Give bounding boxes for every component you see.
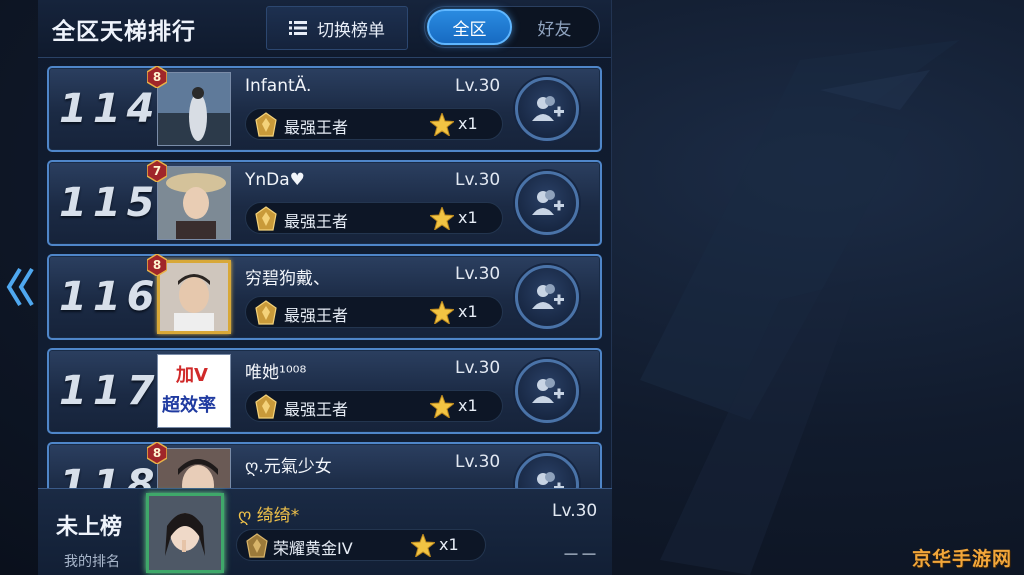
list-icon — [289, 21, 307, 35]
star-count: x1 — [458, 396, 478, 415]
leaderboard-row[interactable]: 115 7 YnDa♥ Lv.30 最强王者 x1 — [47, 160, 602, 246]
add-friend-icon — [532, 284, 564, 309]
leaderboard-row[interactable]: 118 8 ღ.元氣少女 Lv.30 — [47, 442, 602, 488]
background-decoration — [600, 0, 1024, 575]
level-badge: 8 — [147, 66, 167, 88]
king-tier-icon — [255, 300, 277, 325]
my-star-count: x1 — [439, 535, 459, 554]
player-name: InfantÄ. — [245, 76, 312, 96]
leaderboard-header: 全区天梯排行 切换榜单 全区 好友 — [38, 0, 611, 58]
star-count: x1 — [458, 302, 478, 321]
player-level: Lv.30 — [455, 452, 501, 472]
tab-friends[interactable]: 好友 — [512, 9, 597, 45]
my-rank-bar: 未上榜 我的排名 ღ 绮绮* Lv.30 荣耀黄金IV x1 －－ — [38, 488, 612, 575]
my-rank-value: －－ — [562, 545, 598, 566]
level-badge: 7 — [147, 160, 167, 182]
avatar-image — [160, 263, 228, 331]
king-tier-icon — [255, 112, 277, 137]
chevron-left-double-icon — [6, 267, 34, 307]
king-tier-icon — [255, 394, 277, 419]
level-badge: 8 — [147, 254, 167, 276]
add-friend-icon — [532, 190, 564, 215]
rank-number: 115 — [59, 180, 161, 226]
avatar[interactable] — [157, 448, 231, 488]
star-icon — [430, 113, 454, 136]
avatar[interactable] — [157, 260, 231, 334]
star-icon — [430, 207, 454, 230]
my-player-level: Lv.30 — [552, 501, 598, 521]
avatar[interactable]: 加V 超效率 — [157, 354, 231, 428]
star-count: x1 — [458, 114, 478, 133]
tier-bar: 最强王者 x1 — [245, 296, 503, 328]
scope-toggle: 全区 好友 — [424, 6, 600, 48]
player-name: 唯她¹⁰⁰⁸ — [245, 363, 307, 383]
tier-bar: 最强王者 x1 — [245, 202, 503, 234]
add-friend-button[interactable] — [515, 265, 579, 329]
player-level: Lv.30 — [455, 264, 501, 284]
leaderboard-row[interactable]: 114 8 InfantÄ. Lv.30 最强王者 x1 — [47, 66, 602, 152]
rank-number: 116 — [59, 274, 161, 320]
tier-name: 最强王者 — [284, 306, 349, 325]
rank-number: 118 — [59, 462, 161, 488]
my-tier-name: 荣耀黄金IV — [273, 539, 353, 558]
my-player-name: ღ 绮绮* — [238, 506, 300, 526]
avatar-image — [158, 73, 230, 145]
my-avatar[interactable] — [146, 493, 224, 573]
player-name: 穷碧狗戴、 — [245, 269, 330, 289]
gold-tier-icon — [246, 533, 268, 558]
star-icon — [430, 395, 454, 418]
back-button[interactable] — [4, 262, 36, 312]
avatar[interactable] — [157, 166, 231, 240]
tier-name: 最强王者 — [284, 212, 349, 231]
level-badge: 8 — [147, 442, 167, 464]
player-level: Lv.30 — [455, 358, 501, 378]
star-count: x1 — [458, 208, 478, 227]
player-level: Lv.30 — [455, 170, 501, 190]
tier-name: 最强王者 — [284, 118, 349, 137]
add-friend-icon — [532, 378, 564, 403]
add-friend-icon — [537, 472, 564, 488]
add-friend-icon — [532, 96, 564, 121]
add-friend-button[interactable] — [515, 77, 579, 141]
my-tier-bar: 荣耀黄金IV x1 — [236, 529, 486, 561]
add-friend-button[interactable] — [515, 453, 579, 488]
switch-board-label: 切换榜单 — [317, 20, 385, 41]
avatar-text-bottom: 超效率 — [162, 395, 216, 416]
add-friend-button[interactable] — [515, 359, 579, 423]
avatar-text-top: 加V — [176, 365, 208, 386]
rank-number: 117 — [59, 368, 161, 414]
my-rank-label: 我的排名 — [64, 554, 120, 570]
watermark: 京华手游网 — [912, 548, 1013, 570]
tier-bar: 最强王者 x1 — [245, 390, 503, 422]
king-tier-icon — [255, 206, 277, 231]
avatar-image — [158, 449, 230, 488]
tier-bar: 最强王者 x1 — [245, 108, 503, 140]
leaderboard-row[interactable]: 116 8 穷碧狗戴、 Lv.30 最强王者 x1 — [47, 254, 602, 340]
tier-name: 最强王者 — [284, 400, 349, 419]
add-friend-button[interactable] — [515, 171, 579, 235]
star-icon — [411, 534, 435, 557]
leaderboard-row[interactable]: 117 加V 超效率 唯她¹⁰⁰⁸ Lv.30 最强王者 x1 — [47, 348, 602, 434]
player-name: YnDa♥ — [245, 170, 305, 190]
avatar-image — [149, 496, 221, 570]
leaderboard-list[interactable]: 114 8 InfantÄ. Lv.30 最强王者 x1 115 7 YnDa♥… — [38, 58, 611, 488]
my-rank-status: 未上榜 — [56, 515, 123, 540]
avatar[interactable] — [157, 72, 231, 146]
player-name: ღ.元氣少女 — [245, 457, 332, 477]
star-icon — [430, 301, 454, 324]
avatar-image — [158, 167, 230, 239]
page-title: 全区天梯排行 — [52, 19, 196, 45]
rank-number: 114 — [59, 86, 161, 132]
tab-all-server[interactable]: 全区 — [427, 9, 512, 45]
switch-board-button[interactable]: 切换榜单 — [266, 6, 408, 50]
player-level: Lv.30 — [455, 76, 501, 96]
